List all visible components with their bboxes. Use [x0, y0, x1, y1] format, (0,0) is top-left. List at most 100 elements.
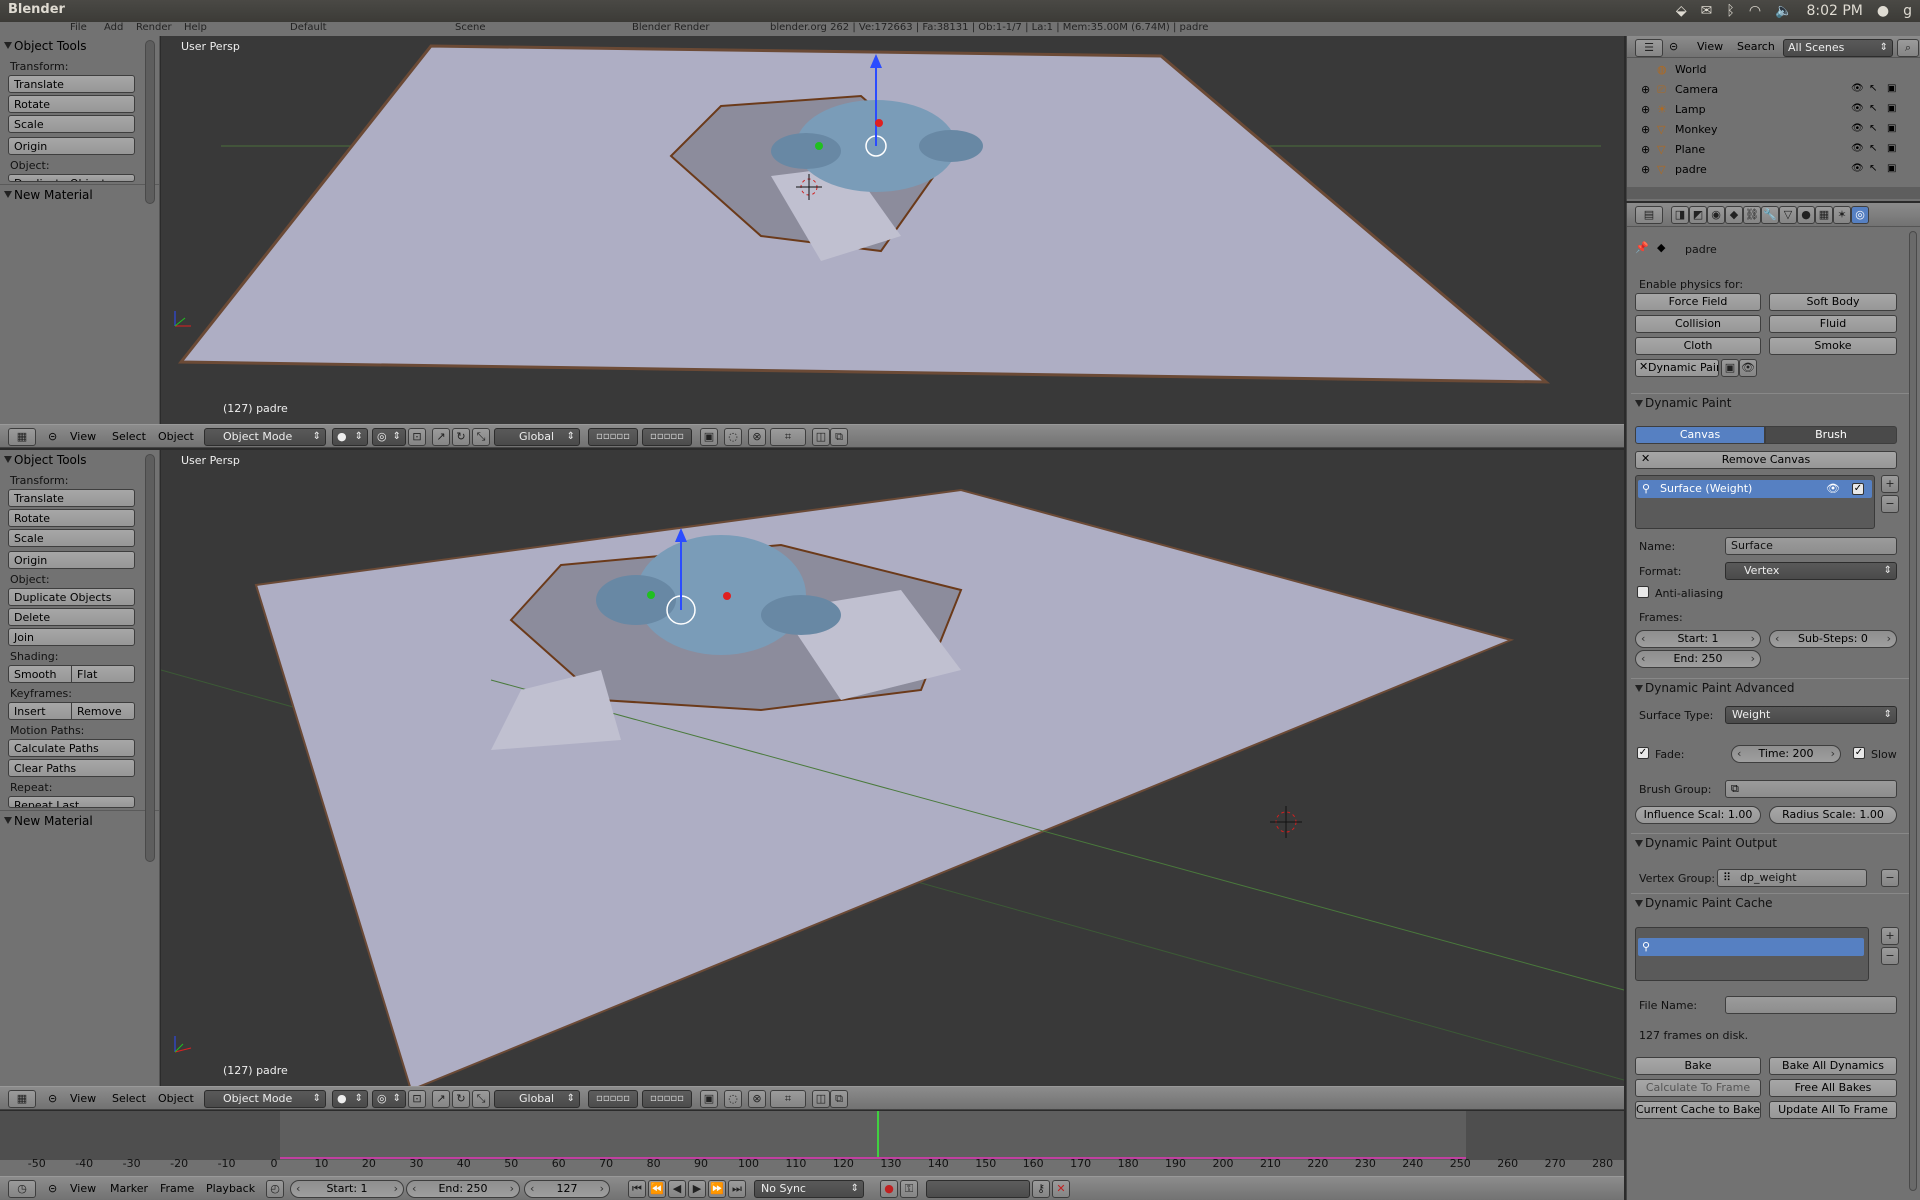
outliner-row[interactable]: ⊕ ⎚ Camera 👁 ↖ ▣ — [1627, 80, 1920, 100]
remove-surface-icon[interactable]: − — [1881, 495, 1899, 513]
outliner-item-name[interactable]: World — [1675, 63, 1707, 76]
new-material-panel-header[interactable]: New Material — [0, 810, 159, 830]
eye-icon[interactable]: 👁 — [1851, 83, 1864, 94]
menu-render[interactable]: Render — [136, 22, 172, 33]
surface-type-selector[interactable]: Weight — [1725, 706, 1897, 724]
name-field[interactable]: Surface — [1725, 537, 1897, 555]
cache-list[interactable]: ⚲ — [1635, 927, 1869, 981]
layer-buttons-2[interactable]: ▫▫▫▫▫ — [642, 428, 692, 446]
brush-tab[interactable]: Brush — [1765, 426, 1897, 444]
menu-file[interactable]: File — [70, 22, 87, 33]
cursor-icon[interactable]: ↖ — [1869, 123, 1877, 134]
menu-object[interactable]: Object — [158, 1092, 194, 1105]
render-toggle-icon[interactable]: ▣ — [1721, 359, 1739, 377]
menu-view[interactable]: View — [1697, 40, 1723, 53]
proportional-edit-icon[interactable]: ◌ — [724, 1090, 742, 1108]
expand-icon[interactable]: ⊕ — [1641, 143, 1650, 156]
expand-icon[interactable]: ⊕ — [1641, 83, 1650, 96]
slow-checkbox[interactable]: ✓ — [1853, 747, 1865, 759]
render-animation-icon[interactable]: ⧉ — [830, 428, 848, 446]
free-all-bakes-button[interactable]: Free All Bakes — [1769, 1079, 1897, 1097]
header-expand-icon[interactable]: ⊝ — [1669, 40, 1678, 53]
clock[interactable]: 8:02 PM — [1806, 3, 1862, 19]
editor-type-icon[interactable]: ◷ — [8, 1180, 36, 1198]
orientation-selector[interactable]: Global — [494, 1090, 580, 1108]
render-tab-icon[interactable]: ◨ — [1671, 206, 1689, 224]
outliner-item-name[interactable]: Lamp — [1675, 103, 1706, 116]
remove-keyframe-button[interactable]: Remove — [72, 702, 135, 720]
particles-tab-icon[interactable]: ✶ — [1833, 206, 1851, 224]
bluetooth-icon[interactable]: ᛒ — [1726, 3, 1734, 19]
visibility-toggle-icon[interactable]: 👁 — [1739, 359, 1757, 377]
menu-marker[interactable]: Marker — [110, 1182, 148, 1195]
timeline-editor[interactable] — [0, 1111, 1624, 1178]
smooth-shading-button[interactable]: Smooth — [8, 665, 72, 683]
outliner-item-name[interactable]: Monkey — [1675, 123, 1717, 136]
substeps-field[interactable]: Sub-Steps: 0 — [1769, 630, 1897, 648]
3d-viewport-bottom[interactable]: User Persp (127) padre — [161, 450, 1624, 1086]
layer-buttons-1[interactable]: ▫▫▫▫▫ — [588, 428, 638, 446]
record-icon[interactable]: ● — [880, 1180, 898, 1198]
translate-manipulator-icon[interactable]: ↗ — [432, 428, 450, 446]
outliner-row[interactable]: ⊕ ▽ Plane 👁 ↖ ▣ — [1627, 140, 1920, 160]
outliner-row[interactable]: ⊕ ▽ Monkey 👁 ↖ ▣ — [1627, 120, 1920, 140]
render-opengl-icon[interactable]: ◫ — [812, 428, 830, 446]
menu-select[interactable]: Select — [112, 430, 146, 443]
orientation-selector[interactable]: Global — [494, 428, 580, 446]
dynamic-paint-advanced-header[interactable]: Dynamic Paint Advanced — [1631, 678, 1916, 696]
calculate-paths-button[interactable]: Calculate Paths — [8, 739, 135, 757]
manipulator-toggle-icon[interactable]: ⊡ — [408, 1090, 426, 1108]
editor-type-icon[interactable]: ▦ — [8, 428, 36, 446]
menu-add[interactable]: Add — [104, 22, 123, 33]
cursor-icon[interactable]: ↖ — [1869, 143, 1877, 154]
editor-type-icon[interactable]: ▤ — [1635, 206, 1663, 224]
header-expand-icon[interactable]: ⊝ — [48, 1092, 57, 1105]
fluid-button[interactable]: Fluid — [1769, 315, 1897, 333]
render-engine-selector[interactable]: Blender Render — [632, 22, 710, 33]
menu-frame[interactable]: Frame — [160, 1182, 194, 1195]
object-tools-panel-header[interactable]: Object Tools — [0, 36, 159, 56]
remove-dynamic-paint-icon[interactable]: ✕ — [1639, 360, 1648, 373]
manipulator-toggle-icon[interactable]: ⊡ — [408, 428, 426, 446]
object-tab-icon[interactable]: ◆ — [1725, 206, 1743, 224]
modifiers-tab-icon[interactable]: 🔧 — [1761, 206, 1779, 224]
snap-icon[interactable]: ⊗ — [748, 428, 766, 446]
anti-aliasing-checkbox[interactable] — [1637, 586, 1649, 598]
force-field-button[interactable]: Force Field — [1635, 293, 1761, 311]
outliner-row[interactable]: ⊕ ☀ Lamp 👁 ↖ ▣ — [1627, 100, 1920, 120]
layer-buttons-1[interactable]: ▫▫▫▫▫ — [588, 1090, 638, 1108]
radius-scale-field[interactable]: Radius Scale: 1.00 — [1769, 806, 1897, 824]
pin-icon[interactable]: 📌 — [1635, 241, 1649, 254]
rotate-manipulator-icon[interactable]: ↻ — [452, 428, 470, 446]
remove-vertex-group-icon[interactable]: − — [1881, 869, 1899, 887]
3d-viewport-top[interactable]: User Persp (127) padre — [161, 36, 1624, 424]
origin-button[interactable]: Origin — [8, 137, 135, 155]
smoke-button[interactable]: Smoke — [1769, 337, 1897, 355]
clear-paths-button[interactable]: Clear Paths — [8, 759, 135, 777]
flat-shading-button[interactable]: Flat — [72, 665, 135, 683]
remove-cache-icon[interactable]: − — [1881, 947, 1899, 965]
search-icon[interactable]: ⌕ — [1897, 39, 1919, 57]
outliner-row[interactable]: ◍ World — [1627, 60, 1920, 80]
scale-manipulator-icon[interactable]: ⤡ — [472, 1090, 490, 1108]
end-frame-field[interactable]: End: 250 — [1635, 650, 1761, 668]
render-animation-icon[interactable]: ⧉ — [830, 1090, 848, 1108]
physics-tab-icon[interactable]: ◎ — [1851, 206, 1869, 224]
jump-end-icon[interactable]: ⏭ — [728, 1180, 746, 1198]
surface-active-checkbox[interactable]: ✓ — [1852, 483, 1864, 495]
bake-all-dynamics-button[interactable]: Bake All Dynamics — [1769, 1057, 1897, 1075]
volume-icon[interactable]: 🔈 — [1775, 3, 1792, 19]
cloth-button[interactable]: Cloth — [1635, 337, 1761, 355]
fade-checkbox[interactable]: ✓ — [1637, 747, 1649, 759]
dynamic-paint-panel-header[interactable]: Dynamic Paint — [1631, 393, 1916, 411]
start-frame-field[interactable]: Start: 1 — [1635, 630, 1761, 648]
timeline-playhead[interactable] — [876, 1111, 879, 1157]
menu-view[interactable]: View — [70, 1092, 96, 1105]
menu-playback[interactable]: Playback — [206, 1182, 255, 1195]
viewport-shading-selector[interactable]: ● — [332, 1090, 368, 1108]
pivot-point-selector[interactable]: ◎ — [372, 428, 406, 446]
eye-icon[interactable]: 👁 — [1851, 143, 1864, 154]
keying-set-field[interactable] — [926, 1180, 1030, 1198]
outliner-row[interactable]: ⊕ ▽ padre 👁 ↖ ▣ — [1627, 160, 1920, 180]
outliner-item-name[interactable]: Camera — [1675, 83, 1718, 96]
